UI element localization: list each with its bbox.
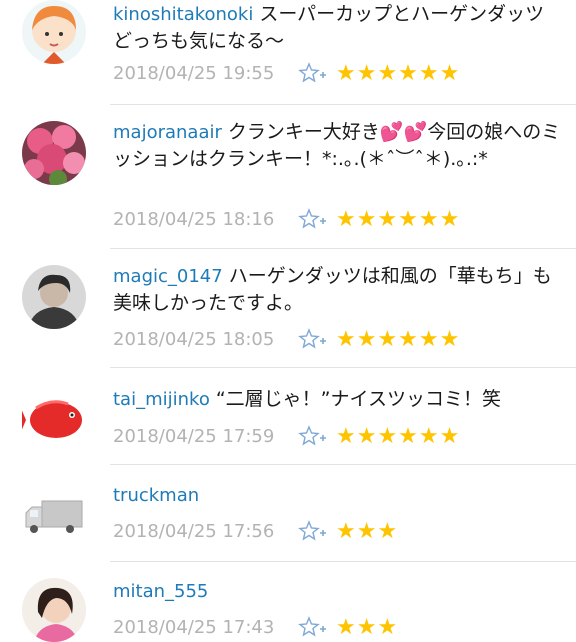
comment-item: tai_mijinko “二層じゃ！”ナイスツッコミ！笑 2018/04/25 1…	[0, 368, 576, 464]
star-rating: ★★★★★★	[336, 60, 461, 86]
comment-body: majoranaair クランキー大好き💕💕今回の娘へのミッションはクランキー！*…	[113, 119, 563, 172]
star-rating: ★★★★★★	[336, 206, 461, 232]
comment-meta: 2018/04/25 18:16 ★★★★★★	[113, 206, 460, 232]
username[interactable]: majoranaair	[113, 122, 222, 143]
timestamp: 2018/04/25 17:59	[113, 425, 275, 447]
timestamp: 2018/04/25 17:56	[113, 520, 275, 542]
avatar-drawing	[22, 0, 86, 64]
avatar[interactable]	[22, 0, 86, 64]
add-star-icon[interactable]	[298, 62, 328, 84]
star-rating: ★★★	[336, 518, 399, 544]
comment-item: mitan_555 2018/04/25 17:43 ★★★	[0, 562, 576, 642]
add-star-icon[interactable]	[298, 208, 328, 230]
comment-body: truckman	[113, 482, 563, 509]
truck-icon	[22, 483, 86, 547]
comment-item: kinoshitakonoki スーパーカップとハーゲンダッツどっちも気になる〜 …	[0, 0, 576, 104]
avatar[interactable]	[22, 121, 86, 185]
comment-meta: 2018/04/25 17:56 ★★★	[113, 518, 398, 544]
timestamp: 2018/04/25 18:16	[113, 208, 275, 230]
comment-item: majoranaair クランキー大好き💕💕今回の娘へのミッションはクランキー！*…	[0, 105, 576, 248]
comment-body: kinoshitakonoki スーパーカップとハーゲンダッツどっちも気になる〜	[113, 1, 563, 54]
comment-meta: 2018/04/25 17:59 ★★★★★★	[113, 423, 460, 449]
username[interactable]: mitan_555	[113, 581, 208, 602]
comment-body: tai_mijinko “二層じゃ！”ナイスツッコミ！笑	[113, 386, 563, 413]
avatar[interactable]	[22, 483, 86, 547]
comment-body: mitan_555	[113, 578, 563, 605]
comment-meta: 2018/04/25 17:43 ★★★	[113, 614, 398, 640]
star-rating: ★★★★★★	[336, 423, 461, 449]
avatar-drawing	[22, 265, 86, 329]
comment-item: magic_0147 ハーゲンダッツは和風の「華もち」も美味しかったですよ。 20…	[0, 249, 576, 367]
avatar-drawing	[22, 578, 86, 642]
comment-meta: 2018/04/25 18:05 ★★★★★★	[113, 326, 460, 352]
star-rating: ★★★★★★	[336, 326, 461, 352]
timestamp: 2018/04/25 19:55	[113, 62, 275, 84]
timestamp: 2018/04/25 17:43	[113, 616, 275, 638]
username[interactable]: truckman	[113, 485, 199, 506]
add-star-icon[interactable]	[298, 328, 328, 350]
avatar[interactable]	[22, 388, 86, 452]
timestamp: 2018/04/25 18:05	[113, 328, 275, 350]
username[interactable]: kinoshitakonoki	[113, 4, 253, 25]
fish-icon	[22, 388, 86, 452]
comment-text: “二層じゃ！”ナイスツッコミ！笑	[215, 388, 501, 410]
avatar[interactable]	[22, 578, 86, 642]
avatar-drawing	[22, 121, 86, 185]
add-star-icon[interactable]	[298, 425, 328, 447]
username[interactable]: tai_mijinko	[113, 389, 210, 410]
avatar[interactable]	[22, 265, 86, 329]
comment-item: truckman 2018/04/25 17:56 ★★★	[0, 465, 576, 561]
star-rating: ★★★	[336, 614, 399, 640]
comment-meta: 2018/04/25 19:55 ★★★★★★	[113, 60, 460, 86]
add-star-icon[interactable]	[298, 520, 328, 542]
username[interactable]: magic_0147	[113, 266, 223, 287]
comment-body: magic_0147 ハーゲンダッツは和風の「華もち」も美味しかったですよ。	[113, 263, 563, 316]
add-star-icon[interactable]	[298, 616, 328, 638]
